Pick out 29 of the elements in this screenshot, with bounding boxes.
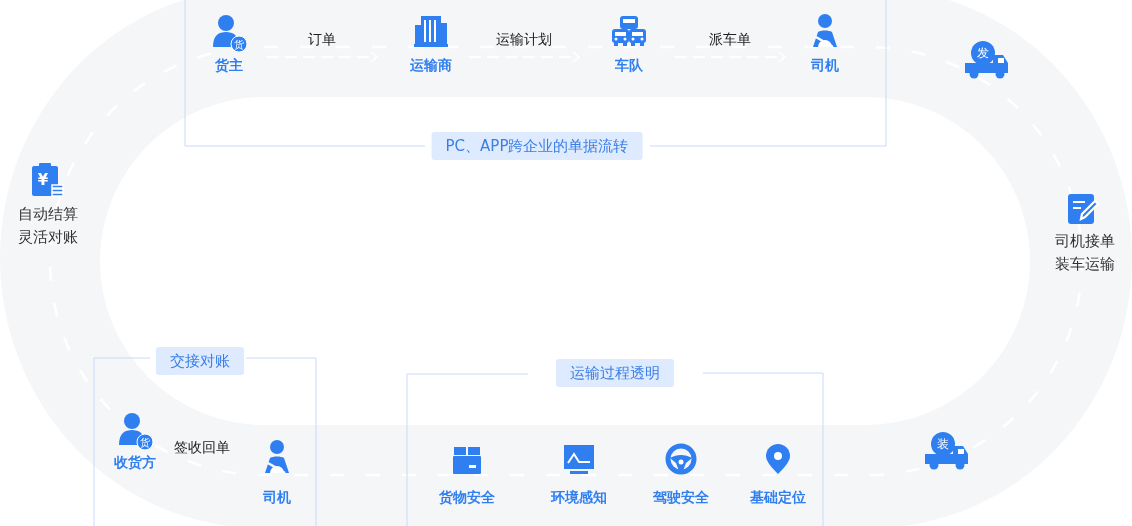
step-label: 自动结算 [18, 205, 78, 223]
node-label: 运输商 [410, 56, 452, 74]
feature-label: 驾驶安全 [653, 488, 709, 506]
document-label: 订单 [308, 30, 336, 48]
steering-wheel-icon [665, 443, 697, 475]
document-label: 派车单 [709, 30, 751, 48]
building-icon [413, 13, 449, 49]
section-caption: PC、APP跨企业的单据流转 [431, 132, 643, 160]
monitor-icon [562, 443, 596, 475]
section-caption: 交接对账 [156, 347, 244, 375]
step-label: 装车运输 [1055, 255, 1115, 273]
node-label: 收货方 [114, 453, 156, 471]
node-label: 货主 [215, 56, 243, 74]
section-caption: 运输过程透明 [556, 359, 674, 387]
document-label: 运输计划 [496, 30, 552, 48]
currency-symbol: ¥ [37, 171, 49, 189]
document-label: 签收回单 [174, 438, 230, 456]
node-label: 车队 [615, 56, 643, 74]
feature-label: 基础定位 [750, 488, 806, 506]
cars-icon [611, 14, 647, 48]
node-label: 司机 [811, 56, 839, 74]
feature-label: 货物安全 [439, 488, 495, 506]
location-pin-icon [764, 443, 792, 475]
edit-document-icon [1067, 193, 1101, 225]
step-label: 灵活对账 [18, 228, 78, 246]
node-label: 司机 [263, 488, 291, 506]
feature-label: 环境感知 [551, 488, 607, 506]
clipboard-icon [30, 163, 64, 197]
step-label: 司机接单 [1055, 232, 1115, 250]
